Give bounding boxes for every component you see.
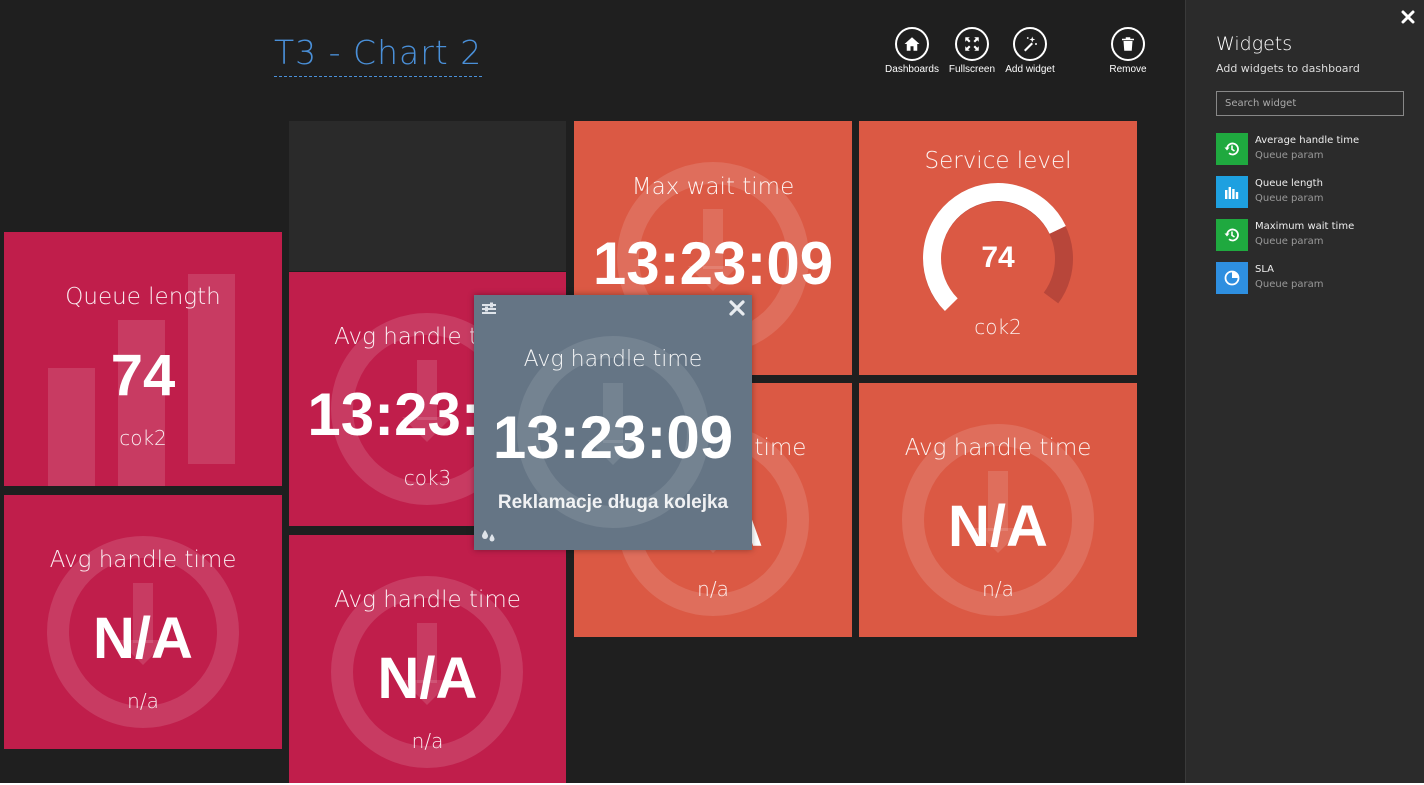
search-widget-input[interactable] (1216, 91, 1404, 116)
fullscreen-button[interactable]: Fullscreen (942, 27, 1002, 75)
widget-item-type: Queue param (1255, 236, 1324, 247)
color-drops-icon[interactable] (481, 527, 497, 543)
tile-value: 74 (110, 343, 176, 408)
widget-preview-popup[interactable]: Avg handle time 13:23:09 Reklamacje dług… (474, 295, 752, 550)
popup-subtitle: Reklamacje długa kolejka (497, 492, 729, 513)
widget-item-type: Queue param (1255, 279, 1324, 290)
widget-item-queue-length[interactable]: Queue length Queue param (1216, 176, 1406, 208)
add-widget-button[interactable]: Add widget (1000, 27, 1060, 75)
tile-value: N/A (377, 646, 478, 711)
history-icon (1224, 228, 1239, 242)
avg-handle-time-tile[interactable]: Avg handle time N/A n/a (4, 495, 282, 749)
tile-subtitle: cok2 (119, 426, 167, 450)
tile-subtitle: n/a (697, 577, 729, 601)
widget-item-name: Maximum wait time (1255, 221, 1355, 232)
remove-label: Remove (1109, 64, 1147, 75)
gauge-value: 74 (981, 241, 1015, 274)
page-title[interactable]: T3 - Chart 2 (274, 33, 483, 77)
tile-title: Queue length (65, 284, 221, 310)
widget-item-name: SLA (1255, 264, 1274, 275)
close-icon[interactable] (728, 299, 746, 317)
tile-value: 13:23:09 (592, 230, 834, 297)
tile-subtitle: n/a (411, 729, 444, 753)
dashboards-button[interactable]: Dashboards (882, 27, 942, 75)
tile-value: N/A (93, 606, 193, 671)
tile-title: Avg handle time (49, 547, 237, 573)
widget-item-type: Queue param (1255, 150, 1324, 161)
tile-subtitle: cok2 (974, 315, 1022, 339)
tile-title: Avg handle time (904, 435, 1092, 461)
widget-item-type: Queue param (1255, 193, 1324, 204)
widget-item-icon-box (1216, 219, 1248, 251)
close-icon[interactable] (1401, 10, 1415, 24)
dashboards-label: Dashboards (885, 64, 939, 75)
fullscreen-icon (965, 37, 979, 51)
empty-tile (289, 121, 566, 271)
widget-item-icon-box (1216, 262, 1248, 294)
sidebar-subtitle: Add widgets to dashboard (1216, 62, 1360, 75)
tile-value: N/A (948, 494, 1048, 559)
add-widget-label: Add widget (1005, 64, 1055, 75)
tile-subtitle: n/a (982, 577, 1014, 601)
widget-item-name: Queue length (1255, 178, 1323, 189)
popup-title: Avg handle time (523, 347, 703, 372)
remove-button[interactable]: Remove (1098, 27, 1158, 75)
settings-sliders-icon[interactable] (481, 301, 497, 317)
tile-title: Avg handle time (334, 587, 521, 613)
fullscreen-label: Fullscreen (948, 64, 996, 75)
widget-item-icon-box (1216, 176, 1248, 208)
avg-handle-time-tile[interactable]: Avg handle time N/A n/a (289, 535, 566, 785)
widget-item-average-handle-time[interactable]: Average handle time Queue param (1216, 133, 1406, 165)
tile-subtitle: n/a (127, 689, 159, 713)
dashboard-canvas: T3 - Chart 2 Dashboards Fullscreen Add w… (0, 0, 1185, 785)
avg-handle-time-tile[interactable]: Avg handle time N/A n/a (859, 383, 1137, 637)
magic-wand-icon (1024, 36, 1037, 52)
widget-item-maximum-wait-time[interactable]: Maximum wait time Queue param (1216, 219, 1406, 251)
bar-chart-icon (1225, 187, 1239, 199)
sidebar-title: Widgets (1216, 33, 1293, 55)
queue-length-tile[interactable]: Queue length 74 cok2 (4, 232, 282, 486)
tile-title: Max wait time (631, 174, 795, 200)
trash-icon (1122, 37, 1134, 51)
widgets-sidebar: Widgets Add widgets to dashboard Average… (1185, 0, 1424, 785)
home-icon (904, 37, 920, 51)
widget-item-sla[interactable]: SLA Queue param (1216, 262, 1406, 294)
history-icon (1224, 142, 1239, 156)
pie-chart-icon (1224, 270, 1240, 286)
tile-title: Service level (924, 148, 1072, 174)
widget-item-icon-box (1216, 133, 1248, 165)
service-level-tile[interactable]: Service level 74 cok2 (859, 121, 1137, 375)
popup-value: 13:23:09 (492, 404, 734, 471)
widget-item-name: Average handle time (1255, 135, 1360, 146)
